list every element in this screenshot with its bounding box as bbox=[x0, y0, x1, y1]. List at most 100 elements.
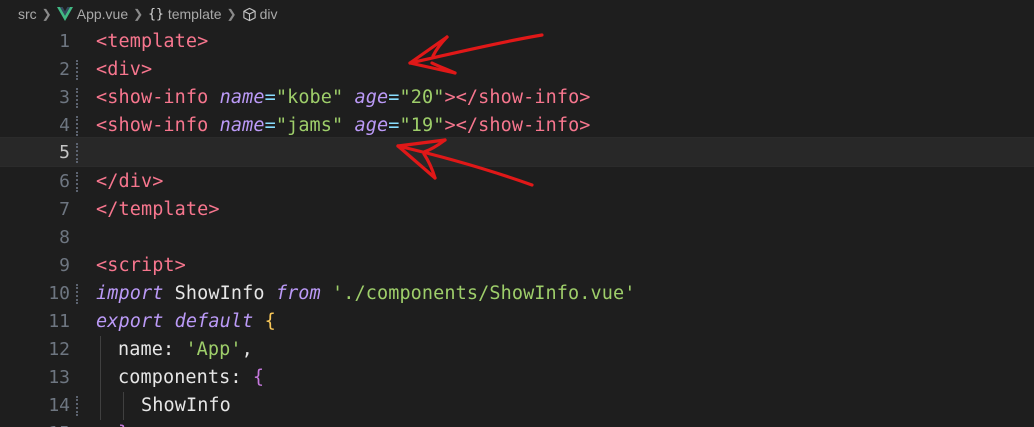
code-line[interactable]: 10 import ShowInfo from './components/Sh… bbox=[0, 280, 1034, 308]
breadcrumb-item-div[interactable]: div bbox=[260, 6, 278, 22]
line-number: 6 bbox=[59, 171, 70, 192]
line-number: 12 bbox=[48, 339, 70, 360]
code-text: <show-info name="kobe" age="20"></show-i… bbox=[96, 84, 591, 112]
line-number: 4 bbox=[59, 115, 70, 136]
breadcrumb-item-file[interactable]: App.vue bbox=[77, 6, 128, 22]
current-code-line[interactable]: 5 bbox=[0, 137, 1034, 167]
braces-icon: {} bbox=[148, 6, 164, 22]
html-tag: <show-info bbox=[96, 87, 209, 108]
indent-guide bbox=[123, 392, 124, 420]
breadcrumb-item-src[interactable]: src bbox=[18, 6, 37, 22]
string-literal: './components/ShowInfo.vue' bbox=[320, 283, 636, 304]
html-tag: <script> bbox=[96, 255, 186, 276]
brace: } bbox=[118, 423, 129, 427]
colon: : bbox=[162, 339, 186, 360]
line-number: 5 bbox=[59, 142, 70, 163]
keyword: export bbox=[96, 311, 164, 332]
code-line[interactable]: 15 } bbox=[0, 420, 1034, 427]
chevron-right-icon: ❯ bbox=[41, 7, 52, 21]
breadcrumb-item-template[interactable]: template bbox=[168, 6, 222, 22]
html-tag: <template> bbox=[96, 31, 209, 52]
indent-guide bbox=[100, 336, 101, 420]
code-text: components: { bbox=[118, 364, 264, 392]
keyword: from bbox=[275, 283, 321, 304]
git-change-marker bbox=[76, 116, 78, 136]
line-number: 13 bbox=[48, 367, 70, 388]
code-text: <show-info name="jams" age="19"></show-i… bbox=[96, 112, 591, 140]
code-line[interactable]: 11 export default { bbox=[0, 308, 1034, 336]
line-number: 11 bbox=[48, 311, 70, 332]
equals-sign: = bbox=[388, 87, 400, 108]
code-line[interactable]: 7 </template> bbox=[0, 196, 1034, 224]
attribute-value: "kobe" bbox=[275, 87, 344, 108]
code-editor[interactable]: 1 <template> 2 <div> 3 <show-info name="… bbox=[0, 28, 1034, 427]
line-number: 10 bbox=[48, 283, 70, 304]
code-text: <script> bbox=[96, 252, 186, 280]
code-line[interactable]: 14 ShowInfo bbox=[0, 392, 1034, 420]
chevron-right-icon: ❯ bbox=[226, 7, 237, 21]
cube-icon bbox=[242, 7, 256, 21]
line-number: 15 bbox=[0, 420, 70, 427]
git-change-marker bbox=[76, 88, 78, 108]
colon: : bbox=[230, 367, 253, 388]
code-line[interactable]: 13 components: { bbox=[0, 364, 1034, 392]
attribute-name: name bbox=[219, 87, 265, 108]
html-tag: </template> bbox=[96, 199, 220, 220]
equals-sign: = bbox=[388, 115, 400, 136]
equals-sign: = bbox=[264, 87, 276, 108]
code-line[interactable]: 4 <show-info name="jams" age="19"></show… bbox=[0, 112, 1034, 140]
code-text: </template> bbox=[96, 196, 220, 224]
vue-file-icon bbox=[56, 7, 73, 21]
code-text: </div> bbox=[96, 168, 163, 196]
code-text: } bbox=[118, 420, 129, 427]
git-change-marker bbox=[76, 60, 78, 80]
attribute-value: "19" bbox=[399, 115, 445, 136]
line-number: 9 bbox=[59, 255, 70, 276]
brace: { bbox=[252, 367, 265, 388]
keyword: import bbox=[96, 283, 164, 304]
attribute-name: age bbox=[354, 87, 389, 108]
line-number: 2 bbox=[59, 59, 70, 80]
attribute-value: "20" bbox=[399, 87, 445, 108]
code-line[interactable]: 3 <show-info name="kobe" age="20"></show… bbox=[0, 84, 1034, 112]
code-text: export default { bbox=[96, 308, 276, 336]
html-tag: <div> bbox=[96, 59, 153, 80]
code-line[interactable]: 1 <template> bbox=[0, 28, 1034, 56]
code-line[interactable]: 2 <div> bbox=[0, 56, 1034, 84]
identifier: ShowInfo bbox=[141, 395, 231, 416]
git-change-marker bbox=[76, 143, 78, 163]
string-literal: 'App' bbox=[185, 339, 242, 360]
code-line[interactable]: 9 <script> bbox=[0, 252, 1034, 280]
breadcrumb: src ❯ App.vue ❯ {} template ❯ div bbox=[0, 0, 1034, 28]
code-text: ShowInfo bbox=[141, 392, 231, 420]
line-number: 1 bbox=[59, 31, 70, 52]
code-text: name: 'App', bbox=[118, 336, 253, 364]
equals-sign: = bbox=[264, 115, 276, 136]
attribute-value: "jams" bbox=[275, 115, 344, 136]
line-number: 7 bbox=[59, 199, 70, 220]
attribute-name: name bbox=[219, 115, 265, 136]
line-number: 8 bbox=[59, 227, 70, 248]
html-tag: <show-info bbox=[96, 115, 209, 136]
line-number: 3 bbox=[59, 87, 70, 108]
code-line[interactable]: 12 name: 'App', bbox=[0, 336, 1034, 364]
property-key: components bbox=[118, 367, 231, 388]
line-number: 14 bbox=[48, 395, 70, 416]
keyword: default bbox=[163, 311, 254, 332]
attribute-name: age bbox=[354, 115, 389, 136]
code-text: <div> bbox=[96, 56, 152, 84]
brace: { bbox=[253, 311, 276, 332]
chevron-right-icon: ❯ bbox=[133, 7, 144, 21]
code-text: <template> bbox=[96, 28, 208, 56]
property-key: name bbox=[118, 339, 163, 360]
comma: , bbox=[241, 339, 253, 360]
code-text: import ShowInfo from './components/ShowI… bbox=[96, 280, 635, 308]
git-change-marker bbox=[76, 396, 78, 416]
html-tag: ></show-info> bbox=[444, 87, 591, 108]
git-change-marker bbox=[76, 172, 78, 192]
identifier: ShowInfo bbox=[163, 283, 276, 304]
code-line[interactable]: 8 bbox=[0, 224, 1034, 252]
git-change-marker bbox=[76, 284, 78, 304]
html-tag: </div> bbox=[96, 171, 164, 192]
code-line[interactable]: 6 </div> bbox=[0, 168, 1034, 196]
